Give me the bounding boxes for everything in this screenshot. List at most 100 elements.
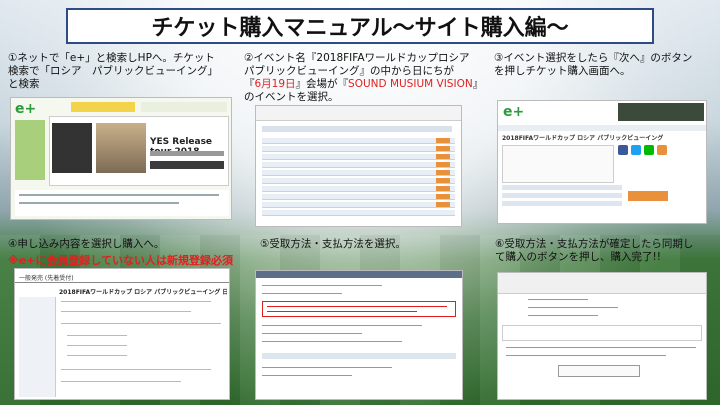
- select-button[interactable]: [436, 154, 450, 159]
- tour-subtitle: [150, 151, 224, 156]
- form-line: [61, 369, 211, 370]
- result-row: [262, 202, 455, 208]
- mail-icon[interactable]: [657, 145, 667, 155]
- facebook-icon[interactable]: [618, 145, 628, 155]
- screenshot-step5: [255, 270, 463, 400]
- promo-banner: YES Release tour 2018: [49, 116, 229, 186]
- nav-strip: [498, 125, 706, 131]
- form-line: [506, 355, 666, 356]
- screenshot-step4: 一般発売 (先着受付) 2018FIFAワールドカップ ロシア パブリックビュー…: [14, 268, 230, 400]
- result-row: [262, 154, 455, 160]
- step2-venue: SOUND MUSIUM VISION: [348, 78, 473, 90]
- result-row: [262, 170, 455, 176]
- eplus-logo: e+: [15, 101, 37, 117]
- sale-header: 一般発売 (先着受付): [19, 275, 74, 282]
- select-button[interactable]: [436, 170, 450, 175]
- select-button[interactable]: [436, 186, 450, 191]
- step2-line3: 『6月19日』会場が『SOUND MUSIUM VISION』: [244, 78, 484, 91]
- step6-line2: て購入のボタンを押し、購入完了!!: [495, 251, 661, 263]
- option-line: [67, 345, 127, 346]
- details-row: [502, 185, 622, 190]
- form-line: [528, 299, 588, 300]
- result-row: [262, 210, 455, 216]
- search-bar-area: [256, 106, 461, 121]
- form-line: [528, 307, 618, 308]
- step2-bracket-open: 『: [244, 78, 255, 90]
- form-line: [262, 367, 392, 368]
- confirm-header: [498, 273, 706, 294]
- form-line: [262, 341, 402, 342]
- step2-venue-label: 』会場が『: [295, 78, 349, 90]
- step2-line2: パブリックビューイング』の中から日にちが: [244, 65, 454, 77]
- result-row: [262, 178, 455, 184]
- form-line: [262, 293, 342, 294]
- section-header: [256, 271, 462, 278]
- form-line: [61, 323, 221, 324]
- step3-caption: ③イベント選択をしたら『次へ』のボタン を押しチケット購入画面へ。: [494, 52, 716, 78]
- result-row: [262, 146, 455, 152]
- step2-caption: ②イベント名『2018FIFAワールドカップロシア パブリックビューイング』の中…: [244, 52, 484, 104]
- step6-line1: ⑥受取方法・支払方法が確定したら同期し: [495, 238, 694, 250]
- form-line: [262, 375, 352, 376]
- album-art: [52, 123, 92, 173]
- content-area: [15, 190, 229, 216]
- step5-caption: ⑤受取方法・支払方法を選択。: [260, 238, 460, 251]
- header-ad: [618, 103, 704, 121]
- results-header: [262, 126, 452, 132]
- eplus-logo: e+: [503, 104, 525, 120]
- banner-ad: [71, 102, 135, 112]
- select-button[interactable]: [436, 178, 450, 183]
- select-button[interactable]: [436, 202, 450, 207]
- share-icons: [618, 145, 704, 155]
- notice-box: [262, 301, 456, 317]
- select-button[interactable]: [436, 138, 450, 143]
- form-line: [528, 315, 598, 316]
- option-row[interactable]: [262, 353, 456, 359]
- form-line: [262, 325, 422, 326]
- twitter-icon[interactable]: [631, 145, 641, 155]
- step1-line2: 検索で「ロシア パブリックビューイング」: [8, 65, 218, 77]
- notice-line: [267, 306, 447, 307]
- step4-warning: ※e+に会員登録していない人は新規登録必須: [8, 254, 234, 267]
- side-panel: [15, 120, 45, 180]
- step3-line2: を押しチケット購入画面へ。: [494, 65, 631, 77]
- line-icon[interactable]: [644, 145, 654, 155]
- select-button[interactable]: [436, 194, 450, 199]
- event-heading: 2018FIFAワールドカップ ロシア パブリックビューイング: [502, 135, 664, 142]
- select-button[interactable]: [436, 146, 450, 151]
- event-info-box: [502, 145, 614, 183]
- next-button[interactable]: [628, 191, 668, 201]
- form-line: [61, 381, 181, 382]
- option-line: [67, 335, 127, 336]
- select-button[interactable]: [436, 162, 450, 167]
- details-row: [502, 201, 622, 206]
- content-line: [19, 202, 179, 204]
- content-line: [19, 194, 219, 196]
- band-photo: [96, 123, 146, 173]
- result-row: [262, 194, 455, 200]
- agreement-box: [502, 325, 702, 341]
- form-line: [506, 347, 696, 348]
- step1-line1: ①ネットで「e+」と検索しHPへ。チケット: [8, 52, 215, 64]
- label-column: [19, 297, 56, 397]
- manual-page: チケット購入マニュアル〜サイト購入編〜 ①ネットで「e+」と検索しHPへ。チケッ…: [0, 0, 720, 405]
- step6-caption: ⑥受取方法・支払方法が確定したら同期し て購入のボタンを押し、購入完了!!: [495, 238, 717, 264]
- step5-line1: ⑤受取方法・支払方法を選択。: [260, 238, 406, 250]
- form-line: [61, 311, 191, 312]
- page-title: チケット購入マニュアル〜サイト購入編〜: [66, 8, 654, 44]
- tour-dates: [150, 161, 224, 169]
- header-banner: [141, 102, 227, 112]
- purchase-button[interactable]: [558, 365, 640, 377]
- step1-caption: ①ネットで「e+」と検索しHPへ。チケット 検索で「ロシア パブリックビューイン…: [8, 52, 238, 91]
- step4-caption: ④申し込み内容を選択し購入へ。: [8, 238, 248, 251]
- screenshot-step3: e+ 2018FIFAワールドカップ ロシア パブリックビューイング: [497, 100, 707, 224]
- step1-line3: と検索: [8, 78, 40, 90]
- screenshot-step2: [255, 105, 462, 227]
- form-line: [262, 333, 362, 334]
- event-heading: 2018FIFAワールドカップ ロシア パブリックビューイング 日本対コロンビア: [59, 289, 227, 296]
- divider: [15, 282, 229, 283]
- step4-line1: ④申し込み内容を選択し購入へ。: [8, 238, 165, 250]
- step2-line1: ②イベント名『2018FIFAワールドカップロシア: [244, 52, 470, 64]
- step2-date: 6月19日: [254, 78, 296, 90]
- option-line: [67, 355, 127, 356]
